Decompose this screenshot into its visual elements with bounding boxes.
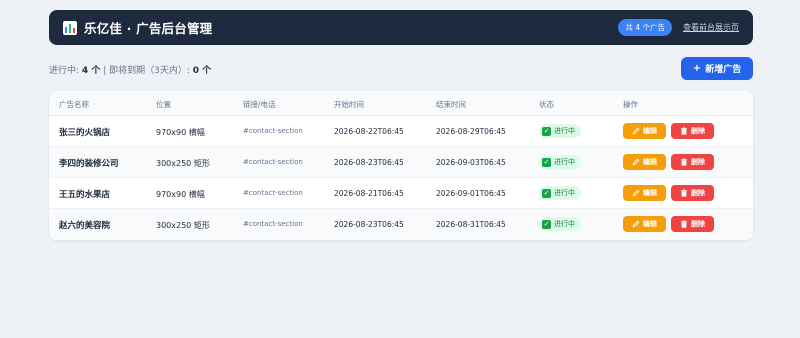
add-ad-button[interactable]: + 新增广告 [681, 57, 753, 80]
ad-count-badge: 共 4 个广告 [618, 19, 672, 36]
ads-table: 广告名称 位置 链接/电话 开始时间 结束时间 状态 操作 张三的火锅店 970… [49, 91, 753, 240]
status-badge: ✓ 进行中 [539, 186, 581, 200]
table-row: 赵六的美容院 300x250 矩形 #contact-section 2026-… [49, 209, 753, 240]
edit-button[interactable]: 编辑 [623, 216, 666, 232]
status-badge: ✓ 进行中 [539, 124, 581, 138]
delete-label: 删除 [691, 127, 705, 135]
ad-link: #contact-section [243, 189, 303, 197]
check-icon: ✓ [542, 157, 551, 167]
status-label: 进行中 [554, 158, 575, 166]
ad-start: 2026-08-23T06:45 [334, 220, 404, 229]
check-icon: ✓ [542, 126, 551, 136]
edit-label: 编辑 [643, 220, 657, 228]
ad-name: 张三的火锅店 [59, 128, 111, 138]
delete-label: 删除 [691, 220, 705, 228]
status-badge: ✓ 进行中 [539, 217, 581, 231]
expiring-label: 即将到期（3天内）: [109, 66, 190, 76]
ad-start: 2026-08-21T06:45 [334, 189, 404, 198]
edit-button[interactable]: 编辑 [623, 185, 666, 201]
stats-separator: | [103, 66, 107, 76]
delete-button[interactable]: 删除 [671, 216, 714, 232]
pencil-icon [632, 127, 640, 135]
col-actions: 操作 [623, 100, 638, 109]
stats-summary: 进行中: 4 个 | 即将到期（3天内）: 0 个 [49, 63, 211, 76]
ad-position: 300x250 矩形 [156, 221, 210, 230]
trash-icon [680, 127, 688, 135]
table-row: 王五的水果店 970x90 横幅 #contact-section 2026-0… [49, 178, 753, 209]
ad-end: 2026-08-31T06:45 [436, 220, 506, 229]
col-start: 开始时间 [334, 100, 364, 109]
edit-label: 编辑 [643, 127, 657, 135]
bar-chart-icon [63, 20, 77, 35]
table-row: 张三的火锅店 970x90 横幅 #contact-section 2026-0… [49, 116, 753, 147]
plus-icon: + [692, 63, 702, 74]
edit-label: 编辑 [643, 158, 657, 166]
active-label: 进行中: [49, 66, 80, 76]
ad-start: 2026-08-23T06:45 [334, 158, 404, 167]
ad-position: 970x90 横幅 [156, 190, 205, 199]
check-icon: ✓ [542, 188, 551, 198]
delete-label: 删除 [691, 158, 705, 166]
ad-link: #contact-section [243, 127, 303, 135]
col-status: 状态 [539, 100, 554, 109]
col-name: 广告名称 [59, 100, 89, 109]
delete-button[interactable]: 删除 [671, 154, 714, 170]
edit-button[interactable]: 编辑 [623, 123, 666, 139]
front-page-link[interactable]: 查看前台展示页 [683, 22, 739, 33]
active-count: 4 个 [81, 66, 101, 76]
ad-name: 李四的装修公司 [59, 159, 119, 169]
status-label: 进行中 [554, 189, 575, 197]
add-ad-label: 新增广告 [705, 65, 742, 75]
col-end: 结束时间 [436, 100, 466, 109]
ad-position: 970x90 横幅 [156, 128, 205, 137]
edit-label: 编辑 [643, 189, 657, 197]
check-icon: ✓ [542, 219, 551, 229]
pencil-icon [632, 158, 640, 166]
expiring-count: 0 个 [192, 66, 212, 76]
app-title: 乐亿佳 · 广告后台管理 [84, 21, 213, 36]
ad-link: #contact-section [243, 220, 303, 228]
ad-link: #contact-section [243, 158, 303, 166]
ad-position: 300x250 矩形 [156, 159, 210, 168]
edit-button[interactable]: 编辑 [623, 154, 666, 170]
col-position: 位置 [156, 100, 171, 109]
pencil-icon [632, 189, 640, 197]
status-badge: ✓ 进行中 [539, 155, 581, 169]
col-link: 链接/电话 [243, 100, 276, 109]
ad-name: 王五的水果店 [59, 190, 111, 200]
ad-start: 2026-08-22T06:45 [334, 127, 404, 136]
table-row: 李四的装修公司 300x250 矩形 #contact-section 2026… [49, 147, 753, 178]
pencil-icon [632, 220, 640, 228]
delete-label: 删除 [691, 189, 705, 197]
trash-icon [680, 158, 688, 166]
table-header: 广告名称 位置 链接/电话 开始时间 结束时间 状态 操作 [49, 91, 753, 116]
ad-name: 赵六的美容院 [59, 221, 111, 231]
status-label: 进行中 [554, 127, 575, 135]
app-header: 乐亿佳 · 广告后台管理 共 4 个广告 查看前台展示页 [49, 10, 753, 45]
ad-end: 2026-09-03T06:45 [436, 158, 506, 167]
ad-end: 2026-09-01T06:45 [436, 189, 506, 198]
trash-icon [680, 189, 688, 197]
delete-button[interactable]: 删除 [671, 185, 714, 201]
delete-button[interactable]: 删除 [671, 123, 714, 139]
trash-icon [680, 220, 688, 228]
status-label: 进行中 [554, 220, 575, 228]
ad-end: 2026-08-29T06:45 [436, 127, 506, 136]
